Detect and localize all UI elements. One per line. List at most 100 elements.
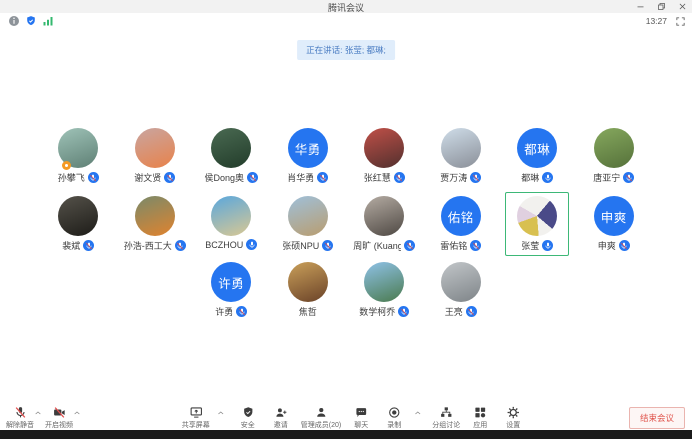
participant-box: 焦哲 bbox=[276, 258, 340, 322]
toolbar-unmute-chevron[interactable] bbox=[34, 409, 42, 417]
participant-tile[interactable]: 谢文贤 bbox=[117, 124, 194, 188]
minimize-button[interactable] bbox=[634, 1, 646, 12]
participant-tile[interactable]: 张莹 bbox=[499, 192, 576, 256]
toolbar-start-video-chevron[interactable] bbox=[73, 409, 81, 417]
participant-name-row: 侯Dong奥 bbox=[200, 171, 262, 184]
toolbar-share-screen-chevron[interactable] bbox=[217, 409, 225, 417]
breakout-icon bbox=[440, 406, 453, 419]
toolbar-members-button[interactable]: 管理成员(20) bbox=[301, 405, 341, 430]
participant-tile[interactable]: BCZHOU bbox=[193, 192, 270, 256]
meeting-info-button[interactable] bbox=[8, 15, 20, 27]
close-button[interactable] bbox=[676, 1, 688, 12]
mic-muted-icon bbox=[472, 242, 480, 250]
participant-tile[interactable]: 唐亚宁 bbox=[576, 124, 653, 188]
mic-muted-icon bbox=[83, 240, 94, 251]
mic-muted-icon bbox=[400, 308, 408, 316]
chat-icon bbox=[355, 405, 368, 419]
participant-row: 许勇许勇焦哲数学柯乔王亮 bbox=[0, 258, 692, 322]
participant-box: 孙攀飞 bbox=[46, 124, 110, 188]
toolbar-start-video-button[interactable]: 开启视频 bbox=[45, 405, 73, 430]
mic-muted-icon bbox=[620, 242, 628, 250]
end-meeting-button[interactable]: 结束会议 bbox=[629, 407, 685, 429]
toolbar-label: 安全 bbox=[241, 420, 255, 430]
participant-box: 申爽申爽 bbox=[582, 192, 646, 256]
participant-name: 裴斌 bbox=[62, 239, 80, 252]
mic-muted-icon bbox=[324, 242, 332, 250]
participant-tile[interactable]: 裴斌 bbox=[40, 192, 117, 256]
participant-tile[interactable]: 许勇许勇 bbox=[193, 258, 270, 322]
avatar: 申爽 bbox=[594, 196, 634, 236]
invite-icon bbox=[274, 405, 287, 419]
participant-tile[interactable]: 贾万涛 bbox=[423, 124, 500, 188]
network-signal-button[interactable] bbox=[42, 15, 54, 27]
participant-box: 周旷 (KuangZh... bbox=[352, 192, 416, 256]
avatar bbox=[58, 196, 98, 236]
participant-tile[interactable]: 华勇肖华勇 bbox=[270, 124, 347, 188]
avatar bbox=[364, 262, 404, 302]
mic-muted-icon bbox=[166, 174, 174, 182]
mic-muted-icon bbox=[236, 306, 247, 317]
toolbar-unmute-button[interactable]: 解除静音 bbox=[6, 405, 34, 430]
mic-muted-icon bbox=[322, 240, 333, 251]
breakout-icon bbox=[440, 405, 453, 419]
participant-tile[interactable]: 王亮 bbox=[423, 258, 500, 322]
toolbar-settings-button[interactable]: 设置 bbox=[500, 405, 526, 430]
record-icon bbox=[388, 405, 401, 419]
toolbar-breakout-button[interactable]: 分组讨论 bbox=[432, 405, 460, 430]
participant-tile[interactable]: 孙浩-西工大 bbox=[117, 192, 194, 256]
fullscreen-button[interactable] bbox=[674, 15, 686, 27]
participant-name-row: 许勇 bbox=[200, 305, 262, 318]
participant-tile[interactable]: 都琳都琳 bbox=[499, 124, 576, 188]
toolbar-label: 录制 bbox=[387, 420, 401, 430]
toolbar-invite-button[interactable]: 邀请 bbox=[268, 405, 294, 430]
participant-tile[interactable]: 申爽申爽 bbox=[576, 192, 653, 256]
participant-name: 孙浩-西工大 bbox=[124, 239, 172, 252]
toolbar-security-button[interactable]: 安全 bbox=[235, 405, 261, 430]
meeting-time: 13:27 bbox=[646, 16, 667, 26]
mic-muted-icon bbox=[619, 240, 630, 251]
participant-tile[interactable]: 焦哲 bbox=[270, 258, 347, 322]
info-icon bbox=[8, 15, 20, 27]
meeting-security-button[interactable] bbox=[25, 15, 37, 27]
taskbar-strip bbox=[0, 430, 692, 439]
participant-tile[interactable]: 孙攀飞 bbox=[40, 124, 117, 188]
participant-tile[interactable]: 佑铭雷佑铭 bbox=[423, 192, 500, 256]
participant-name: 肖华勇 bbox=[287, 171, 314, 184]
participant-tile[interactable]: 侯Dong奥 bbox=[193, 124, 270, 188]
participant-name: BCZHOU bbox=[205, 240, 243, 250]
participant-tile[interactable]: 数学柯乔 bbox=[346, 258, 423, 322]
share-screen-icon bbox=[189, 405, 202, 419]
toolbar-chat-button[interactable]: 聊天 bbox=[348, 405, 374, 430]
participant-box: 佑铭雷佑铭 bbox=[429, 192, 493, 256]
apps-icon bbox=[474, 406, 487, 419]
participant-tile[interactable]: 周旷 (KuangZh... bbox=[346, 192, 423, 256]
maximize-button[interactable] bbox=[655, 1, 667, 12]
participant-box: 华勇肖华勇 bbox=[276, 124, 340, 188]
mic-muted-icon bbox=[472, 174, 480, 182]
participant-name-row: BCZHOU bbox=[200, 239, 262, 250]
participant-tile[interactable]: 张红慧 bbox=[346, 124, 423, 188]
participant-box: 唐亚宁 bbox=[582, 124, 646, 188]
participant-tile[interactable]: 张硕NPU bbox=[270, 192, 347, 256]
toolbar-record-button[interactable]: 录制 bbox=[381, 405, 407, 430]
active-speaker-box: 张莹 bbox=[505, 192, 569, 256]
shield-blue-icon bbox=[25, 15, 37, 27]
meeting-window: 腾讯会议 13:27 正在讲话: 张莹; 都琳; 孙攀飞谢文贤侯Dong奥华勇肖… bbox=[0, 0, 692, 439]
mic-on-icon bbox=[542, 172, 553, 183]
status-bar: 13:27 bbox=[0, 13, 692, 30]
mic-muted-icon bbox=[175, 240, 186, 251]
participant-name: 张硕NPU bbox=[282, 239, 319, 252]
mic-muted-icon bbox=[395, 174, 403, 182]
toolbar-label: 应用 bbox=[473, 420, 487, 430]
toolbar-record-chevron[interactable] bbox=[414, 409, 422, 417]
participant-name-row: 肖华勇 bbox=[277, 171, 339, 184]
participant-name-row: 孙浩-西工大 bbox=[124, 239, 186, 252]
toolbar-share-screen-button[interactable]: 共享屏幕 bbox=[182, 405, 210, 430]
mic-on-icon bbox=[248, 241, 256, 249]
members-icon bbox=[314, 405, 327, 419]
participant-box: 许勇许勇 bbox=[199, 258, 263, 322]
mic-muted-icon bbox=[470, 240, 481, 251]
avatar bbox=[288, 196, 328, 236]
avatar bbox=[441, 128, 481, 168]
toolbar-apps-button[interactable]: 应用 bbox=[467, 405, 493, 430]
